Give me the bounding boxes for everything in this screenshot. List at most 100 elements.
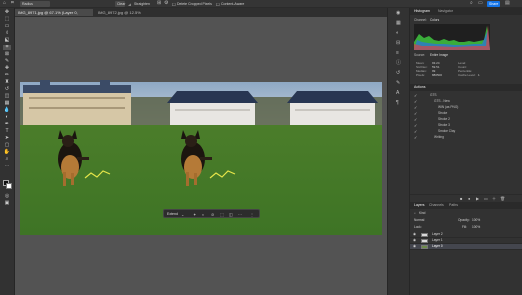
blur-tool-icon[interactable]: 💧: [3, 108, 11, 113]
fill-input[interactable]: 100%: [472, 225, 480, 230]
hand-tool-icon[interactable]: ✋: [3, 150, 11, 155]
libraries-panel-icon[interactable]: ⊟: [396, 41, 400, 46]
kind-filter[interactable]: Kind: [419, 211, 425, 216]
action-stroke-3[interactable]: ✓ Stroke 3: [410, 123, 522, 128]
transform-icon[interactable]: ⬚: [220, 212, 224, 217]
info-panel-icon[interactable]: ⓘ: [396, 61, 401, 66]
checkmark-icon[interactable]: ✓: [414, 129, 417, 134]
healing-brush-tool-icon[interactable]: ✚: [3, 66, 11, 71]
adjustments-panel-icon[interactable]: ◐: [396, 31, 399, 36]
eye-icon[interactable]: ◉: [413, 232, 416, 237]
tab-navigator[interactable]: Navigator: [438, 9, 453, 14]
path-selection-tool-icon[interactable]: ➤: [3, 136, 11, 141]
trash-icon[interactable]: 🗑: [500, 196, 505, 201]
screen-mode-icon[interactable]: ▣: [3, 201, 11, 206]
brush-tool-icon[interactable]: ✏: [3, 73, 11, 78]
gear-icon[interactable]: ⚙: [164, 1, 168, 6]
dodge-tool-icon[interactable]: ◐: [3, 115, 11, 120]
share-button[interactable]: Share: [487, 1, 500, 7]
action-win-png[interactable]: ✓ WIN (as PNG): [410, 105, 522, 110]
source-select[interactable]: Entire Image: [430, 53, 448, 58]
eraser-tool-icon[interactable]: ◫: [3, 94, 11, 99]
home-icon[interactable]: ⌂: [3, 1, 6, 6]
brushes-panel-icon[interactable]: ✎: [396, 81, 400, 86]
clone-stamp-tool-icon[interactable]: ♜: [3, 80, 11, 85]
grid-overlay-icon[interactable]: ⊞: [157, 1, 161, 6]
checkmark-icon[interactable]: ✓: [414, 99, 417, 104]
layer-name[interactable]: Layer 1: [432, 238, 443, 243]
move-tool-icon[interactable]: ✥: [3, 10, 11, 15]
preset-select[interactable]: Radius: [20, 1, 50, 7]
action-smoke-clay[interactable]: ✓ Smoke Clay: [410, 129, 522, 134]
checkmark-icon[interactable]: ✓: [414, 93, 417, 98]
content-aware-checkbox[interactable]: ☐: [216, 2, 220, 7]
stop-icon[interactable]: ■: [460, 196, 462, 201]
checkmark-icon[interactable]: ✓: [414, 111, 417, 116]
color-panel-icon[interactable]: ◉: [396, 11, 400, 16]
swatches-panel-icon[interactable]: ▦: [396, 21, 401, 26]
more-tools-icon[interactable]: ⋯: [3, 164, 11, 169]
more-options-icon[interactable]: ⋯: [238, 212, 242, 217]
object-select-tool-icon[interactable]: ⬕: [3, 38, 11, 43]
fill-icon[interactable]: ◫: [229, 212, 233, 217]
checkmark-icon[interactable]: ✓: [414, 105, 417, 110]
document-tab-1[interactable]: IMG_8971.jpg @ 67.1% (Layer 0, RGB/8) *: [15, 9, 93, 22]
color-swatches[interactable]: [3, 180, 13, 190]
character-panel-icon[interactable]: A: [396, 91, 399, 96]
zoom-tool-icon[interactable]: ⌕: [3, 157, 11, 162]
tab-histogram[interactable]: Histogram: [414, 9, 430, 14]
record-icon[interactable]: ●: [468, 196, 470, 201]
tab-paths[interactable]: Paths: [449, 203, 458, 208]
tab-channels[interactable]: Channels: [429, 203, 444, 208]
eye-icon[interactable]: ◉: [413, 238, 416, 243]
delete-cropped-checkbox[interactable]: ☐: [172, 2, 176, 7]
layer-name[interactable]: Layer 0: [432, 244, 443, 249]
layer-row-selected[interactable]: ◉ Layer 0: [410, 244, 522, 250]
history-brush-tool-icon[interactable]: ↺: [3, 87, 11, 92]
mask-icon[interactable]: ◐: [202, 212, 204, 217]
action-set-gts-new[interactable]: ✓ GTS - New: [410, 99, 522, 104]
lasso-tool-icon[interactable]: ℓ: [3, 31, 11, 36]
paragraph-panel-icon[interactable]: ¶: [396, 101, 399, 106]
new-folder-icon[interactable]: ▭: [484, 196, 488, 201]
marquee-tool-icon[interactable]: ▭: [3, 24, 11, 29]
tab-layers[interactable]: Layers: [414, 203, 425, 208]
sparkle-icon[interactable]: ✦: [193, 212, 196, 217]
frame-tool-icon[interactable]: ⊠: [3, 52, 11, 57]
quick-mask-icon[interactable]: ◎: [3, 194, 11, 199]
layer-name[interactable]: Layer 2: [432, 232, 443, 237]
history-panel-icon[interactable]: ↺: [396, 71, 400, 76]
panel-menu-icon[interactable]: ▤: [505, 1, 510, 6]
checkmark-icon[interactable]: ✓: [414, 123, 417, 128]
search-icon[interactable]: ⌕: [470, 1, 473, 6]
play-icon[interactable]: ▶: [476, 196, 479, 201]
pen-tool-icon[interactable]: ✒: [3, 122, 11, 127]
blend-mode-select[interactable]: Normal: [414, 218, 424, 223]
action-stroke[interactable]: ✓ Stroke: [410, 111, 522, 116]
extend-select[interactable]: Extend: [167, 212, 178, 217]
background-color[interactable]: [6, 183, 12, 189]
eye-icon[interactable]: ◉: [413, 244, 416, 249]
tab-actions[interactable]: Actions: [414, 85, 425, 90]
filter-search-icon[interactable]: ⌕: [414, 211, 416, 216]
crop-tool-icon[interactable]: ⌗: [11, 1, 14, 6]
workspace-icon[interactable]: ▭: [478, 1, 483, 6]
chevron-down-icon[interactable]: ⌄: [181, 212, 184, 217]
eyedropper-tool-icon[interactable]: ✎: [3, 59, 11, 64]
checkmark-icon[interactable]: ✓: [414, 117, 417, 122]
document-image[interactable]: [15, 17, 387, 295]
gradient-tool-icon[interactable]: ▦: [3, 101, 11, 106]
action-writing[interactable]: ✓ Writing: [410, 135, 522, 140]
properties-panel-icon[interactable]: ≡: [396, 51, 399, 56]
clear-button[interactable]: Clear: [115, 1, 125, 7]
checkmark-icon[interactable]: ✓: [414, 135, 417, 140]
opacity-input[interactable]: 100%: [472, 218, 480, 223]
crop-tool-icon[interactable]: ⌗: [3, 45, 11, 50]
action-set-gts[interactable]: ✓ GTS: [410, 93, 522, 98]
type-tool-icon[interactable]: T: [3, 129, 11, 134]
cancel-icon[interactable]: ⊘: [211, 212, 214, 217]
new-action-icon[interactable]: ＋: [492, 196, 496, 201]
action-stroke-2[interactable]: ✓ Stroke 2: [410, 117, 522, 122]
document-tab-2[interactable]: IMG_8972.jpg @ 12.5% (RGB/8*): [95, 9, 157, 22]
artboard-tool-icon[interactable]: ⬚: [3, 17, 11, 22]
